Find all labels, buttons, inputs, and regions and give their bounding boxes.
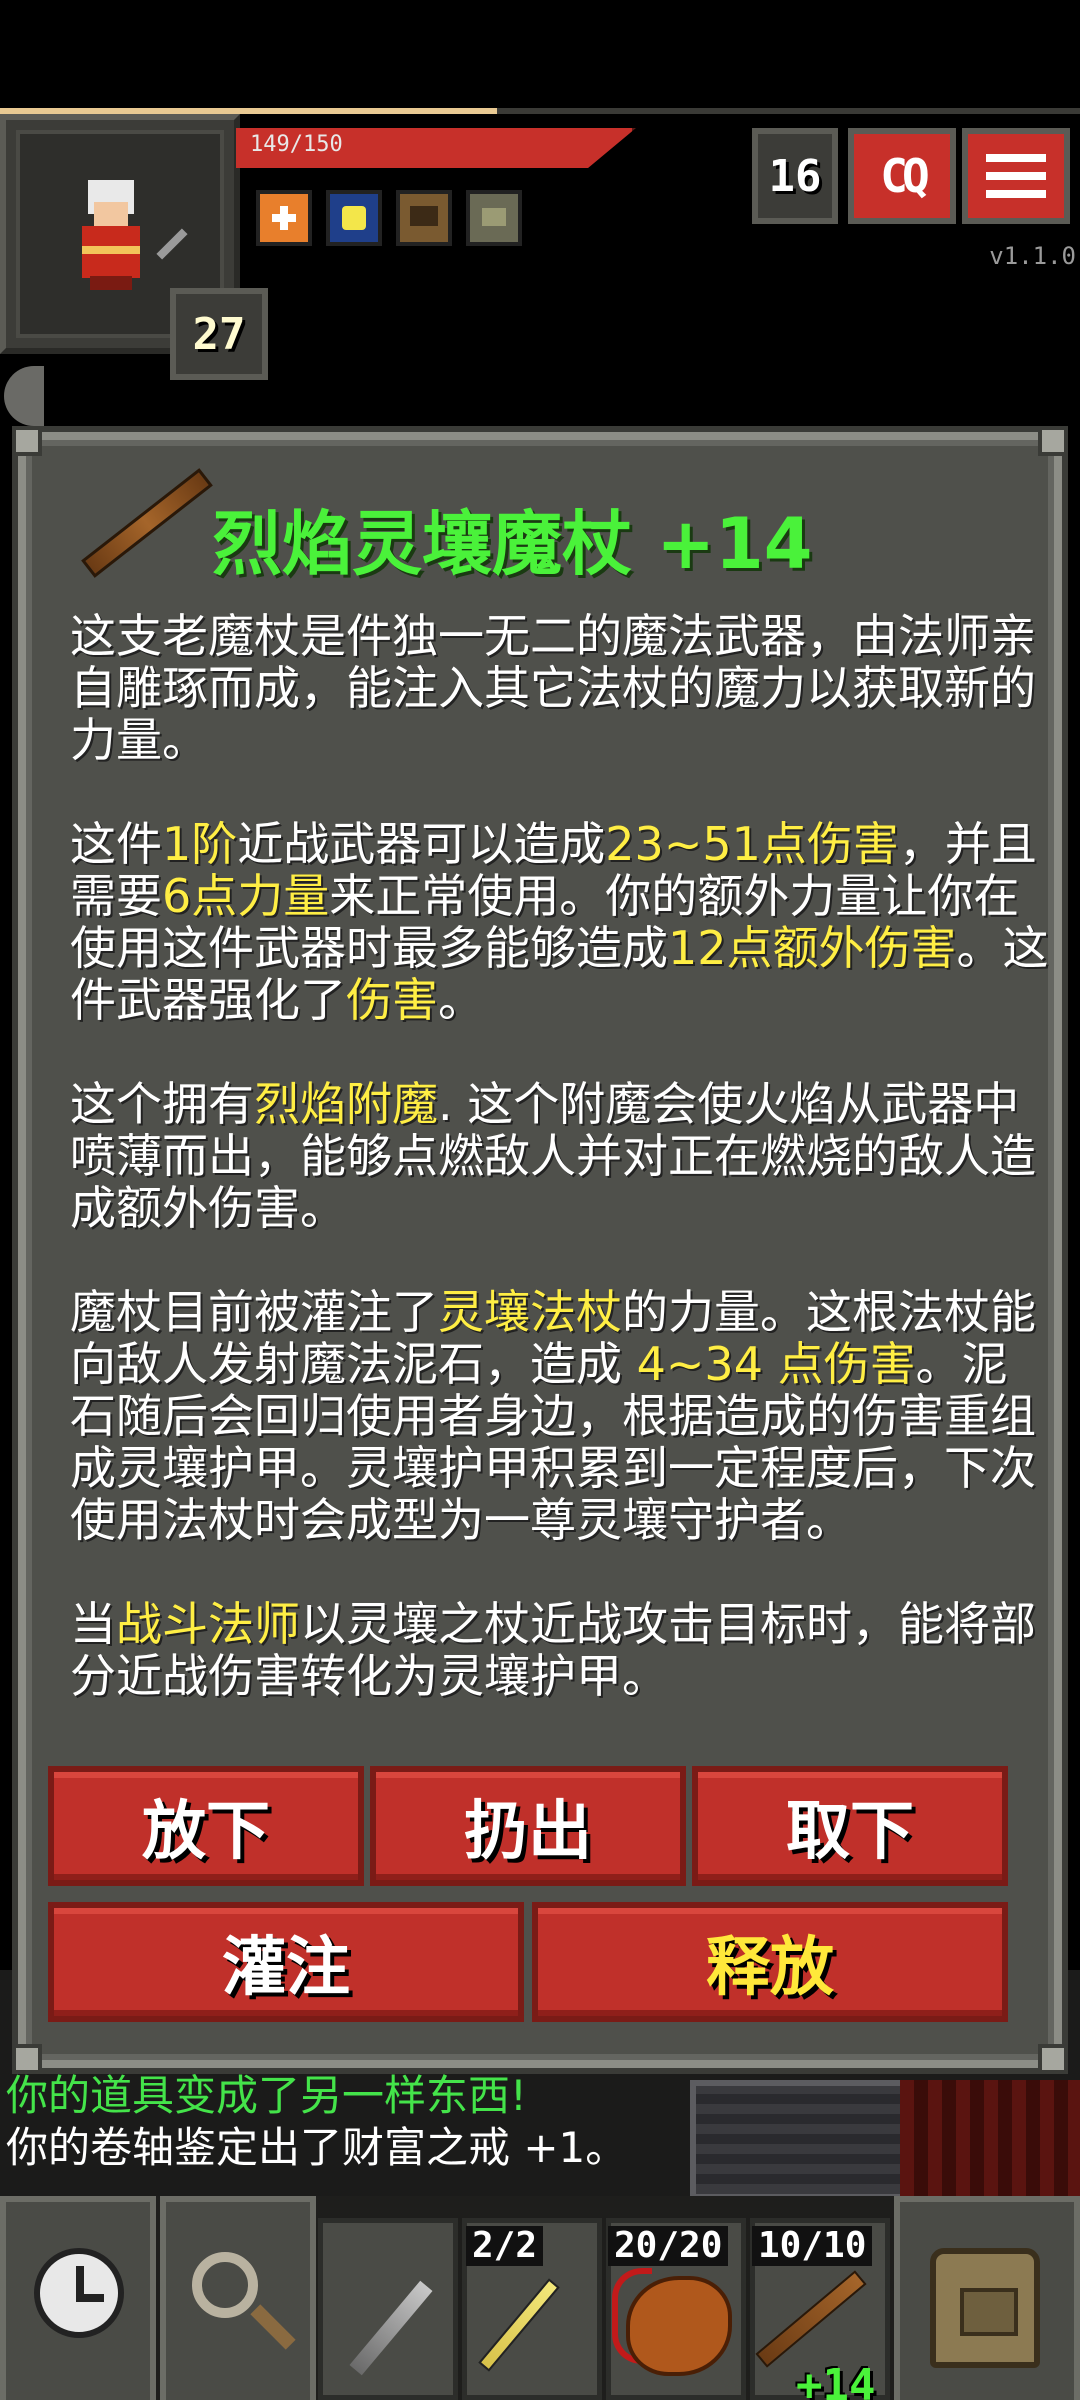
item-title: 烈焰灵壤魔杖 +14 bbox=[212, 503, 813, 585]
menu-icon bbox=[986, 154, 1046, 162]
game-log: 你的道具变成了另一样东西! 你的卷轴鉴定出了财富之戒 +1。 bbox=[6, 2070, 627, 2174]
quickslot-4-level: +14 bbox=[796, 2360, 876, 2400]
hp-bar: 149/150 bbox=[236, 128, 636, 168]
quickslot-2-count: 2/2 bbox=[466, 2226, 544, 2266]
quickslot-4-count: 10/10 bbox=[752, 2226, 873, 2266]
item-description: 这支老魔杖是件独一无二的魔法武器，由法师亲自雕琢而成，能注入其它法杖的魔力以获取… bbox=[70, 610, 1050, 1754]
journal-button[interactable]: CQ bbox=[848, 128, 956, 224]
window-corner bbox=[12, 2044, 42, 2074]
danger-indicator[interactable] bbox=[4, 366, 44, 426]
desc-paragraph: 魔杖目前被灌注了灵壤法杖的力量。这根法杖能向敌人发射魔法泥石，造成 4~34 点… bbox=[70, 1285, 1036, 1547]
log-line: 你的卷轴鉴定出了财富之戒 +1。 bbox=[6, 2123, 628, 2172]
quickslot-1[interactable] bbox=[318, 2218, 458, 2400]
hero-sprite bbox=[76, 180, 146, 290]
log-line: 你的道具变成了另一样东西! bbox=[6, 2071, 527, 2120]
staff-icon bbox=[81, 468, 213, 578]
window-corner bbox=[1038, 426, 1068, 456]
window-corner bbox=[1038, 2044, 1068, 2074]
quickslot-3-count: 20/20 bbox=[608, 2226, 729, 2266]
buff-list bbox=[256, 190, 522, 246]
hero-level-badge: 27 bbox=[170, 288, 268, 380]
heal-buff-icon[interactable] bbox=[256, 190, 312, 246]
meat-icon bbox=[626, 2276, 732, 2376]
menu-button[interactable] bbox=[962, 128, 1070, 224]
imbue-button[interactable]: 灌注 bbox=[48, 1902, 524, 2022]
map-carpet bbox=[900, 2080, 1080, 2200]
depth-value: 16 bbox=[768, 150, 822, 202]
armor-buff-icon[interactable] bbox=[396, 190, 452, 246]
version-label: v1.1.0 bbox=[989, 242, 1076, 270]
magnifier-icon bbox=[192, 2252, 258, 2318]
bless-buff-icon[interactable] bbox=[466, 190, 522, 246]
desc-paragraph: 这个拥有烈焰附魔. 这个附魔会使火焰从武器中喷薄而出，能够点燃敌人并对正在燃烧的… bbox=[70, 1077, 1036, 1235]
hp-text: 149/150 bbox=[250, 132, 343, 157]
zap-button[interactable]: 释放 bbox=[532, 1902, 1008, 2022]
depth-indicator[interactable]: 16 bbox=[752, 128, 838, 224]
window-corner bbox=[12, 426, 42, 456]
throw-button[interactable]: 扔出 bbox=[370, 1766, 686, 1886]
journal-label: CQ bbox=[880, 149, 929, 203]
desc-paragraph: 这支老魔杖是件独一无二的魔法武器，由法师亲自雕琢而成，能注入其它法杖的魔力以获取… bbox=[70, 609, 1036, 767]
drop-button[interactable]: 放下 bbox=[48, 1766, 364, 1886]
hero-level: 27 bbox=[192, 308, 246, 360]
light-buff-icon[interactable] bbox=[326, 190, 382, 246]
item-info-window: 烈焰灵壤魔杖 +14 这支老魔杖是件独一无二的魔法武器，由法师亲自雕琢而成，能注… bbox=[12, 426, 1068, 2074]
backpack-icon bbox=[930, 2248, 1040, 2368]
desc-paragraph: 当战斗法师以灵壤之杖近战攻击目标时，能将部分近战伤害转化为灵壤护甲。 bbox=[70, 1597, 1036, 1703]
desc-paragraph: 这件1阶近战武器可以造成23~51点伤害，并且需要6点力量来正常使用。你的额外力… bbox=[70, 817, 1049, 1027]
unequip-button[interactable]: 取下 bbox=[692, 1766, 1008, 1886]
clock-icon bbox=[34, 2248, 124, 2338]
